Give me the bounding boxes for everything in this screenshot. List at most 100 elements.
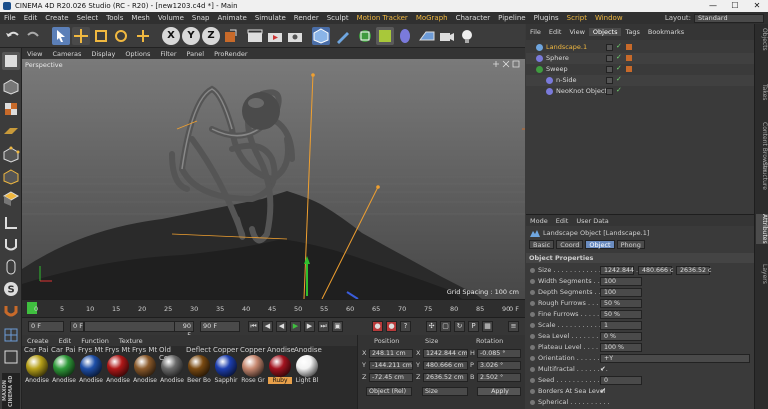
menu-plugins[interactable]: Plugins: [530, 14, 563, 22]
viewport-menu-view[interactable]: View: [22, 50, 47, 58]
animate-dot-icon[interactable]: [530, 389, 535, 394]
quad-view-button[interactable]: [2, 348, 20, 366]
size-z-field[interactable]: 2636.52 cm: [423, 373, 468, 382]
position-z-field[interactable]: -72.45 cm: [369, 373, 413, 382]
attribute-value-field[interactable]: 2636.52 c: [676, 266, 712, 275]
keyframe-selection-button[interactable]: ?: [400, 321, 411, 332]
menu-simulate[interactable]: Simulate: [251, 14, 290, 22]
viewport-menu-cameras[interactable]: Cameras: [47, 50, 86, 58]
go-to-start-button[interactable]: ⏮: [248, 321, 259, 332]
redo-button[interactable]: [24, 27, 42, 45]
timeline-menu-button[interactable]: ≡: [508, 321, 519, 332]
attribute-value-field[interactable]: 1: [600, 321, 642, 330]
menu-character[interactable]: Character: [452, 14, 495, 22]
undo-button[interactable]: [4, 27, 22, 45]
attribute-value-field[interactable]: 50 %: [600, 299, 642, 308]
floor-button[interactable]: [418, 27, 436, 45]
attr-tab-object[interactable]: Object: [585, 240, 615, 249]
key-position-button[interactable]: ✣: [426, 321, 437, 332]
play-button[interactable]: ▶: [290, 321, 301, 332]
object-enabled-check[interactable]: ✓: [616, 64, 622, 72]
render-picture-viewer-button[interactable]: [266, 27, 284, 45]
menu-motion-tracker[interactable]: Motion Tracker: [353, 14, 412, 22]
attribute-value-field[interactable]: +Y: [600, 354, 750, 363]
attribute-checkbox[interactable]: ✔: [600, 387, 606, 395]
attr-tab-phong[interactable]: Phong: [616, 240, 645, 249]
material-swatch[interactable]: Beer Bo: [187, 355, 211, 384]
material-swatch[interactable]: Light Bl: [295, 355, 319, 384]
menu-pipeline[interactable]: Pipeline: [494, 14, 529, 22]
maximize-button[interactable]: ☐: [724, 0, 746, 12]
menu-sculpt[interactable]: Sculpt: [323, 14, 353, 22]
menu-render[interactable]: Render: [290, 14, 323, 22]
size-x-field[interactable]: 1242.844 cm: [423, 349, 468, 358]
start-frame-field[interactable]: 0 F: [70, 321, 84, 332]
object-enabled-check[interactable]: ✓: [616, 42, 622, 50]
attr-menu-userdata[interactable]: User Data: [572, 217, 612, 225]
menu-animate[interactable]: Animate: [214, 14, 251, 22]
play-backwards-button[interactable]: ◀: [276, 321, 287, 332]
viewport-nav-icons[interactable]: [491, 60, 521, 68]
animate-dot-icon[interactable]: [530, 323, 535, 328]
animate-dot-icon[interactable]: [530, 290, 535, 295]
right-tab-takes[interactable]: Takes: [756, 84, 768, 100]
material-menu-edit[interactable]: Edit: [54, 337, 77, 345]
key-parameter-button[interactable]: P: [468, 321, 479, 332]
menu-mograph[interactable]: MoGraph: [412, 14, 452, 22]
rotate-tool-button[interactable]: [112, 27, 130, 45]
scale-tool-button[interactable]: [92, 27, 110, 45]
material-swatch[interactable]: Sapphir: [214, 355, 238, 384]
menu-edit[interactable]: Edit: [20, 14, 42, 22]
solo-button[interactable]: S: [2, 280, 20, 298]
rotation-h-field[interactable]: -0.085 °: [477, 349, 521, 358]
object-row[interactable]: Sweep ✓: [526, 64, 754, 75]
attribute-value-field[interactable]: 1242.844: [600, 266, 634, 275]
coords-apply-button[interactable]: Apply: [477, 387, 521, 396]
attr-tab-basic[interactable]: Basic: [529, 240, 555, 249]
go-to-end-button[interactable]: ⏭: [318, 321, 329, 332]
material-swatch[interactable]: Rose Gr: [241, 355, 265, 384]
menu-volume[interactable]: Volume: [154, 14, 188, 22]
material-swatch[interactable]: Anodise: [79, 355, 103, 384]
current-frame-field[interactable]: 0 F: [28, 321, 64, 332]
material-swatch[interactable]: Anodise: [25, 355, 49, 384]
key-rotation-button[interactable]: ↻: [454, 321, 465, 332]
animate-dot-icon[interactable]: [530, 312, 535, 317]
rotation-b-field[interactable]: 2.502 °: [477, 373, 521, 382]
camera-button[interactable]: [438, 27, 456, 45]
object-visibility-toggle[interactable]: [606, 88, 613, 95]
workplane-button[interactable]: [2, 122, 20, 140]
loop-button[interactable]: ▣: [332, 321, 343, 332]
position-x-field[interactable]: 248.11 cm: [369, 349, 413, 358]
minimize-button[interactable]: —: [702, 0, 724, 12]
material-menu-texture[interactable]: Texture: [114, 337, 148, 345]
record-button[interactable]: ●: [372, 321, 383, 332]
obj-menu-view[interactable]: View: [565, 28, 588, 36]
obj-menu-edit[interactable]: Edit: [545, 28, 566, 36]
close-button[interactable]: ✕: [746, 0, 768, 12]
object-visibility-toggle[interactable]: [606, 77, 613, 84]
animate-dot-icon[interactable]: [530, 268, 535, 273]
object-row[interactable]: NeoKnot Object ✓: [526, 86, 754, 97]
render-view-button[interactable]: [246, 27, 264, 45]
attribute-value-field[interactable]: 100 %: [600, 343, 642, 352]
right-tab-objects[interactable]: Objects: [756, 28, 768, 51]
obj-menu-file[interactable]: File: [526, 28, 545, 36]
viewport-menu-panel[interactable]: Panel: [182, 50, 210, 58]
viewport-menu-display[interactable]: Display: [86, 50, 120, 58]
menu-create[interactable]: Create: [41, 14, 72, 22]
points-mode-button[interactable]: [2, 146, 20, 164]
attribute-value-field[interactable]: 100: [600, 288, 642, 297]
tweak-mode-button[interactable]: [2, 258, 20, 276]
edges-mode-button[interactable]: [2, 168, 20, 186]
animate-dot-icon[interactable]: [530, 301, 535, 306]
grid-view-button[interactable]: [2, 326, 20, 344]
animate-dot-icon[interactable]: [530, 367, 535, 372]
x-axis-lock[interactable]: X: [162, 27, 180, 45]
menu-file[interactable]: File: [0, 14, 20, 22]
menu-script[interactable]: Script: [563, 14, 591, 22]
attribute-value-field[interactable]: 100: [600, 277, 642, 286]
animate-dot-icon[interactable]: [530, 356, 535, 361]
light-button[interactable]: [458, 27, 476, 45]
model-mode-button[interactable]: [2, 78, 20, 96]
